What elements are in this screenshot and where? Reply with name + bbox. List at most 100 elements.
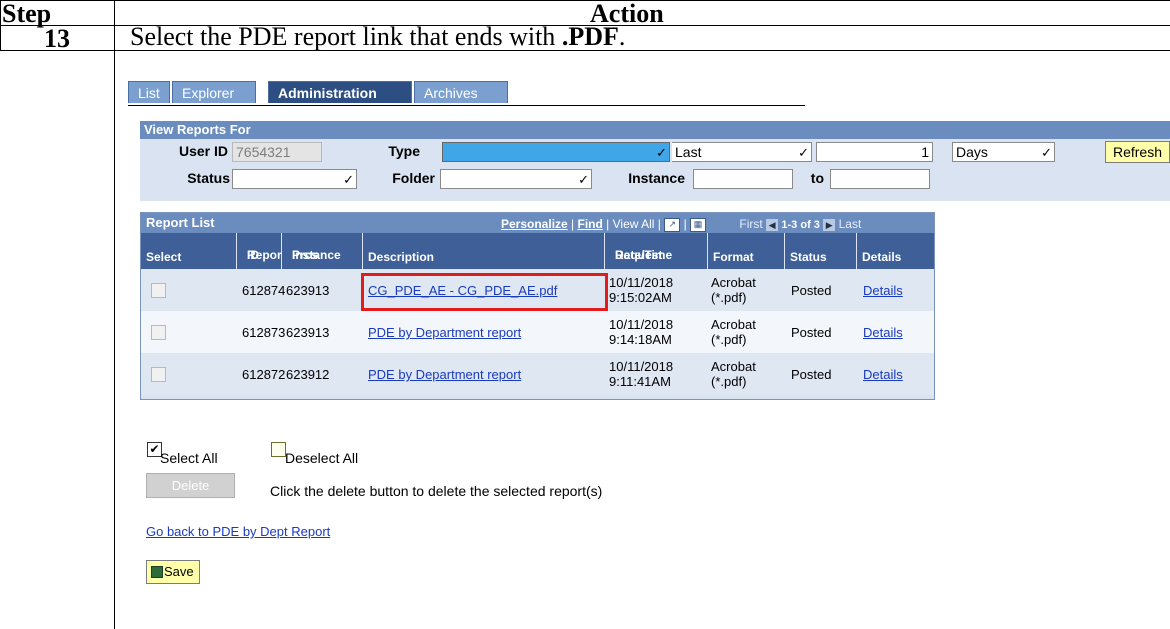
column-header-line2: ID xyxy=(247,248,259,262)
details-cell: Details xyxy=(863,325,903,340)
details-link[interactable]: Details xyxy=(863,283,903,298)
days-select[interactable]: Days ✓ xyxy=(952,142,1055,162)
deselect-all-label: Deselect All xyxy=(285,450,359,466)
column-header-description[interactable]: Description xyxy=(363,233,605,269)
row-select-checkbox[interactable] xyxy=(151,283,166,298)
status-select[interactable]: ✓ xyxy=(232,169,357,189)
description-cell: PDE by Department report xyxy=(368,325,521,340)
chevron-down-icon: ✓ xyxy=(656,145,667,160)
chevron-down-icon: ✓ xyxy=(1041,145,1052,160)
request-time: 9:15:02AM xyxy=(609,290,672,305)
request-time: 9:11:41AM xyxy=(609,374,671,389)
column-header-label: Format xyxy=(713,250,754,264)
status: Posted xyxy=(791,283,832,298)
process-instance: 623913 xyxy=(286,325,330,340)
report-link[interactable]: PDE by Department report xyxy=(368,325,521,340)
report-list-title: Report List xyxy=(146,215,215,230)
days-value: Days xyxy=(956,144,988,160)
report-list-header: Report List Personalize | Find | View Al… xyxy=(141,213,934,233)
view-reports-title: View Reports For xyxy=(140,121,1170,139)
chevron-down-icon: ✓ xyxy=(343,172,354,187)
user-id-label: User ID xyxy=(178,143,228,159)
delete-hint: Click the delete button to delete the se… xyxy=(270,483,603,499)
previous-icon[interactable]: ◀ xyxy=(766,218,779,231)
tab-explorer[interactable]: Explorer xyxy=(172,81,256,103)
request-time: 9:14:18AM xyxy=(609,332,672,347)
column-header-details[interactable]: Details xyxy=(857,233,934,269)
status-label: Status xyxy=(187,170,230,186)
tab-list[interactable]: List xyxy=(128,81,170,103)
view-reports-panel: View Reports For User ID 7654321 Type ✓ … xyxy=(140,121,1170,201)
step-number: 13 xyxy=(44,24,70,53)
view-all-link[interactable]: View All xyxy=(613,217,655,231)
column-header-status[interactable]: Status xyxy=(785,233,857,269)
last-select[interactable]: Last ✓ xyxy=(672,142,812,162)
refresh-button[interactable]: Refresh xyxy=(1105,141,1170,163)
type-label: Type xyxy=(388,143,420,159)
column-header-label: Select xyxy=(146,250,182,264)
instruction-table: Step Action 13 Select the PDE report lin… xyxy=(0,0,1170,629)
column-header-label: Status xyxy=(790,250,827,264)
first-label: First xyxy=(739,217,763,231)
select-all-label: Select All xyxy=(160,450,218,466)
report-id: 612872 xyxy=(242,367,286,382)
chevron-down-icon: ✓ xyxy=(798,145,809,160)
type-select[interactable]: ✓ xyxy=(442,142,670,162)
personalize-link[interactable]: Personalize xyxy=(501,217,568,231)
column-header-line2: Date/Time xyxy=(615,248,673,262)
instance-label: Instance xyxy=(628,170,685,186)
report-id: 612873 xyxy=(242,325,286,340)
last-count-value: 1 xyxy=(921,144,929,160)
folder-select[interactable]: ✓ xyxy=(440,169,592,189)
instance-from-input[interactable] xyxy=(693,169,793,189)
table-border-top xyxy=(0,0,1170,1)
row-select-checkbox[interactable] xyxy=(151,367,166,382)
details-link[interactable]: Details xyxy=(863,367,903,382)
table-row: 612873 623913 PDE by Department report 1… xyxy=(141,311,934,353)
instruction-text: Select the PDE report link that ends wit… xyxy=(130,22,625,52)
tab-underline xyxy=(128,105,805,106)
request-date: 10/11/2018 xyxy=(609,359,674,374)
format: Acrobat (*.pdf) xyxy=(711,359,756,389)
deselect-all-checkbox[interactable] xyxy=(271,442,286,457)
delete-button[interactable]: Delete xyxy=(146,473,235,498)
user-id-field[interactable]: 7654321 xyxy=(232,142,322,162)
last-count-input[interactable]: 1 xyxy=(816,142,933,162)
new-window-icon[interactable]: ↗ xyxy=(664,217,681,232)
process-instance: 623913 xyxy=(286,283,330,298)
tab-archives[interactable]: Archives xyxy=(414,81,508,103)
instruction-bold: .PDF xyxy=(561,22,619,51)
find-link[interactable]: Find xyxy=(578,217,603,231)
chevron-down-icon: ✓ xyxy=(578,172,589,187)
report-link[interactable]: PDE by Department report xyxy=(368,367,521,382)
save-icon xyxy=(151,566,163,578)
last-label: Last xyxy=(838,217,862,231)
report-id: 612874 xyxy=(242,283,286,298)
column-header-request-date[interactable]: Request Date/Time xyxy=(605,233,708,269)
column-header-format[interactable]: Format xyxy=(708,233,785,269)
folder-label: Folder xyxy=(392,170,435,186)
go-back-link[interactable]: Go back to PDE by Dept Report xyxy=(146,524,330,539)
table-row: 612872 623912 PDE by Department report 1… xyxy=(141,353,934,395)
format-ext: (*.pdf) xyxy=(711,332,747,347)
column-header-line2: Instance xyxy=(292,248,341,262)
instance-to-input[interactable] xyxy=(830,169,930,189)
column-header-report-id[interactable]: Report ID xyxy=(237,233,286,269)
details-link[interactable]: Details xyxy=(863,325,903,340)
request-datetime: 10/11/2018 9:15:02AM xyxy=(609,275,673,305)
format-name: Acrobat xyxy=(711,275,756,290)
save-button[interactable]: Save xyxy=(146,560,200,584)
download-grid-icon[interactable]: ▦ xyxy=(690,217,707,232)
row-select-checkbox[interactable] xyxy=(151,325,166,340)
tab-administration[interactable]: Administration xyxy=(268,81,412,103)
grid-navigation: Personalize | Find | View All | ↗ | ▦ Fi… xyxy=(501,217,861,232)
save-label: Save xyxy=(164,564,194,579)
request-datetime: 10/11/2018 9:14:18AM xyxy=(609,317,673,347)
go-back-cell: Go back to PDE by Dept Report xyxy=(146,524,330,539)
column-header-prcs-instance[interactable]: Prcs Instance xyxy=(282,233,363,269)
column-header-select[interactable]: Select xyxy=(141,233,237,269)
next-icon[interactable]: ▶ xyxy=(823,218,836,231)
instruction-prefix: Select the PDE report link that ends wit… xyxy=(130,22,562,51)
status: Posted xyxy=(791,325,832,340)
details-cell: Details xyxy=(863,283,903,298)
